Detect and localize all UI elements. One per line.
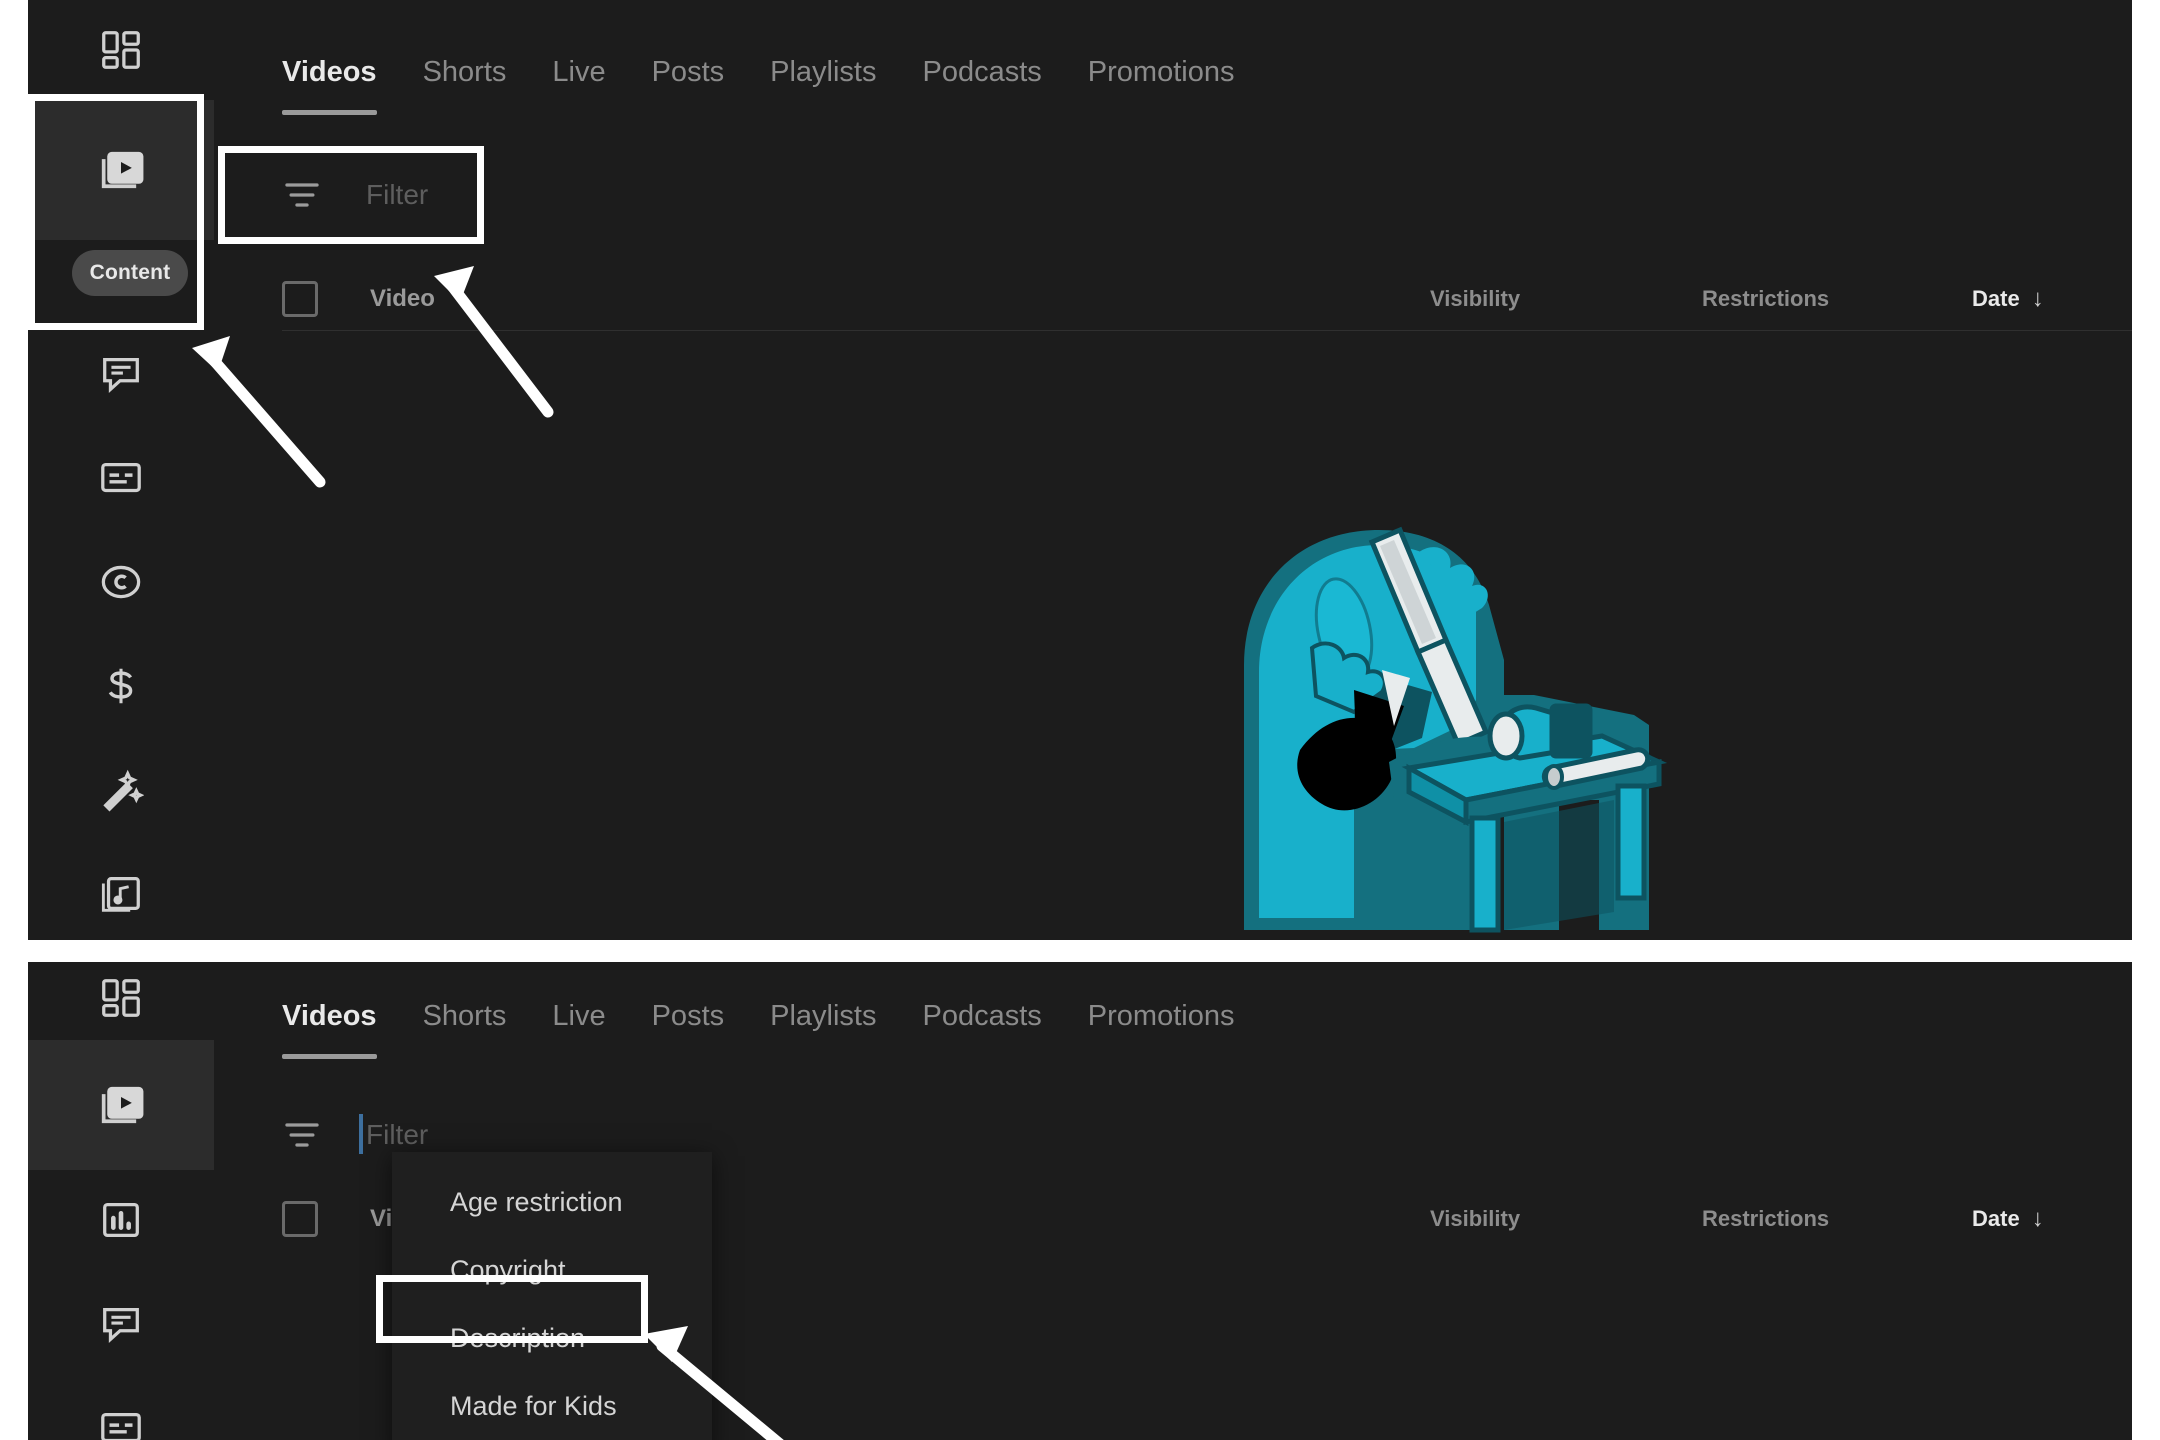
dashboard-grid-icon [98,975,144,1021]
subtitles-icon [98,455,144,501]
tab-shorts-bottom[interactable]: Shorts [423,1000,507,1059]
tab-podcasts-bottom[interactable]: Podcasts [922,1000,1041,1059]
comments-icon [98,1301,144,1347]
bottom-sidebar [28,962,214,1440]
top-content-tabs: Videos Shorts Live Posts Playlists Podca… [282,56,1234,115]
tab-videos-bottom-label: Videos [282,1000,377,1032]
filter-dropdown-menu: Age restriction Copyright Description Ma… [392,1152,712,1440]
tab-shorts-label: Shorts [422,56,507,88]
tab-posts[interactable]: Posts [652,56,725,115]
tab-podcasts-bottom-label: Podcasts [922,1000,1042,1032]
menu-item-age-restriction[interactable]: Age restriction [392,1168,712,1236]
tab-podcasts[interactable]: Podcasts [922,56,1041,115]
column-header-restrictions-bottom[interactable]: Restrictions [1702,1206,1829,1232]
top-panel-screenshot: Content Videos Shorts Live Posts Playlis… [28,0,2132,940]
bottom-content-area: Videos Shorts Live Posts Playlists Podca… [214,962,2132,1440]
bottom-content-tabs: Videos Shorts Live Posts Playlists Podca… [282,1000,1234,1059]
content-tooltip-label: Content [89,261,171,284]
tab-live-bottom-label: Live [552,1000,606,1032]
sidebar-item-comments-bottom[interactable] [28,1274,214,1374]
copyright-icon [98,559,144,605]
filter-input-bottom-placeholder: Filter [366,1119,429,1150]
dollar-icon [98,663,144,709]
select-all-checkbox[interactable] [282,281,318,317]
tab-posts-bottom-label: Posts [651,1000,725,1032]
tab-playlists[interactable]: Playlists [770,56,876,115]
sidebar-item-subtitles[interactable] [28,428,214,528]
select-all-checkbox-bottom[interactable] [282,1201,318,1237]
sidebar-item-content-bottom[interactable] [28,1040,214,1170]
sidebar-item-dashboard[interactable] [28,0,214,100]
content-video-icon [95,144,147,196]
column-header-date-label: Date [1972,286,2020,311]
filter-icon[interactable] [282,1115,322,1155]
person-filming-with-camera-illustration [1204,500,1674,940]
music-note-icon [98,871,144,917]
dashboard-grid-icon [98,27,144,73]
menu-item-description[interactable]: Description [392,1304,712,1372]
filter-input[interactable]: Filter [366,179,428,211]
sidebar-item-customization[interactable] [28,740,214,840]
content-video-icon [95,1079,147,1131]
sidebar-item-copyright[interactable] [28,532,214,632]
screenshot-root: Content Videos Shorts Live Posts Playlis… [0,0,2160,1440]
content-tooltip: Content [72,250,188,296]
tab-live-label: Live [552,56,606,88]
column-header-restrictions[interactable]: Restrictions [1702,286,1829,312]
tab-posts-bottom[interactable]: Posts [652,1000,725,1059]
menu-item-copyright[interactable]: Copyright [392,1236,712,1304]
top-content-area: Videos Shorts Live Posts Playlists Podca… [214,0,2132,940]
magic-wand-icon [98,767,144,813]
column-header-visibility-bottom[interactable]: Visibility [1430,1206,1520,1232]
sidebar-item-earn[interactable] [28,636,214,736]
column-header-date[interactable]: Date ↓ [1972,285,2044,313]
tab-shorts-bottom-label: Shorts [422,1000,507,1032]
sidebar-item-analytics-bottom[interactable] [28,1170,214,1270]
tab-playlists-label: Playlists [770,56,877,88]
tab-posts-label: Posts [651,56,725,88]
menu-item-made-for-kids[interactable]: Made for Kids [392,1372,712,1440]
sidebar-item-subtitles-bottom[interactable] [28,1378,214,1440]
menu-item-made-for-kids-label: Made for Kids [450,1390,617,1421]
column-header-visibility[interactable]: Visibility [1430,286,1520,312]
sort-down-arrow-icon: ↓ [2031,285,2044,312]
column-header-video[interactable]: Video [370,285,435,313]
filter-input-bottom[interactable]: Filter [359,1114,429,1154]
top-sidebar: Content [28,0,214,940]
tab-podcasts-label: Podcasts [922,56,1042,88]
sort-down-arrow-icon: ↓ [2031,1205,2044,1232]
tab-promotions-bottom[interactable]: Promotions [1088,1000,1235,1059]
comments-icon [98,351,144,397]
tab-videos-label: Videos [282,56,377,88]
tab-playlists-bottom-label: Playlists [770,1000,877,1032]
top-filter-row[interactable]: Filter [282,152,428,238]
menu-item-copyright-label: Copyright [450,1254,566,1285]
tab-videos[interactable]: Videos [282,56,377,115]
tab-promotions[interactable]: Promotions [1088,56,1235,115]
header-divider [282,330,2132,331]
sidebar-item-content[interactable] [28,100,214,240]
bottom-panel-screenshot: Videos Shorts Live Posts Playlists Podca… [28,962,2132,1440]
menu-item-description-label: Description [450,1322,586,1353]
analytics-bar-icon [98,1197,144,1243]
filter-icon[interactable] [282,175,322,215]
column-header-date-bottom[interactable]: Date ↓ [1972,1205,2044,1233]
tab-live-bottom[interactable]: Live [552,1000,605,1059]
tab-videos-bottom[interactable]: Videos [282,1000,377,1059]
tab-shorts[interactable]: Shorts [423,56,507,115]
text-caret [359,1114,363,1154]
column-header-date-bottom-label: Date [1972,1206,2020,1231]
tab-promotions-bottom-label: Promotions [1087,1000,1235,1032]
tab-promotions-label: Promotions [1087,56,1235,88]
tab-live[interactable]: Live [552,56,605,115]
sidebar-item-audio-library[interactable] [28,844,214,940]
sidebar-item-dashboard-bottom[interactable] [28,962,214,1048]
tab-playlists-bottom[interactable]: Playlists [770,1000,876,1059]
sidebar-item-comments[interactable] [28,324,214,424]
top-table-header: Video Visibility Restrictions Date ↓ Vie… [282,262,2132,336]
menu-item-age-restriction-label: Age restriction [450,1186,623,1217]
subtitles-icon [98,1405,144,1440]
